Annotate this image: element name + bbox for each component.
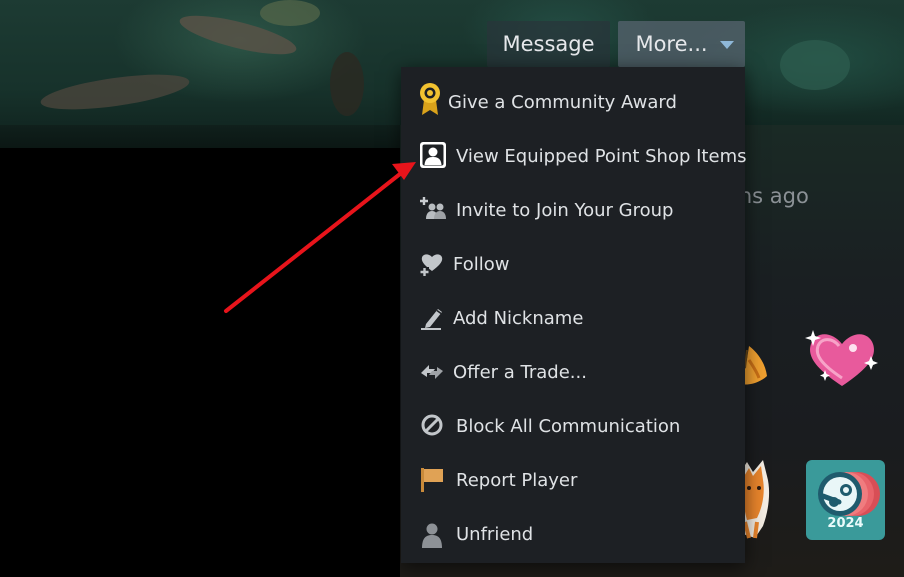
more-button-label: More... <box>635 32 708 56</box>
award-ribbon-icon <box>417 82 443 116</box>
heart-plus-icon <box>419 251 445 277</box>
menu-item-add-nickname[interactable]: Add Nickname <box>401 293 745 343</box>
menu-item-give-award[interactable]: Give a Community Award <box>401 77 745 127</box>
menu-item-label: View Equipped Point Shop Items <box>456 145 747 167</box>
message-button-label: Message <box>502 32 595 56</box>
more-button[interactable]: More... <box>618 21 745 67</box>
menu-item-label: Give a Community Award <box>448 91 677 113</box>
chevron-down-icon <box>719 41 734 49</box>
menu-item-label: Report Player <box>456 469 578 491</box>
menu-item-label: Unfriend <box>456 523 534 545</box>
message-button[interactable]: Message <box>487 21 610 67</box>
steam-badge-year: 2024 <box>827 516 864 531</box>
menu-item-label: Follow <box>453 253 510 275</box>
menu-item-label: Block All Communication <box>456 415 681 437</box>
menu-item-offer-trade[interactable]: Offer a Trade... <box>401 347 745 397</box>
left-panel <box>0 148 400 577</box>
block-icon <box>420 413 444 437</box>
menu-item-label: Offer a Trade... <box>453 361 587 383</box>
menu-item-report[interactable]: Report Player <box>401 455 745 505</box>
heart-badge-icon <box>805 330 878 386</box>
flag-icon <box>419 467 445 493</box>
trade-arrows-icon <box>419 359 445 385</box>
menu-item-block[interactable]: Block All Communication <box>401 401 745 451</box>
menu-item-unfriend[interactable]: Unfriend <box>401 509 745 559</box>
menu-item-label: Invite to Join Your Group <box>456 199 674 221</box>
profile-portrait-icon <box>419 141 447 169</box>
person-icon <box>421 522 443 548</box>
menu-item-follow[interactable]: Follow <box>401 239 745 289</box>
menu-item-label: Add Nickname <box>453 307 584 329</box>
steam-2024-badge: 2024 <box>806 460 885 540</box>
pencil-icon <box>420 305 446 331</box>
more-dropdown-menu: Give a Community Award View Equipped Poi… <box>401 67 747 563</box>
menu-item-invite-group[interactable]: Invite to Join Your Group <box>401 185 745 235</box>
invite-group-icon <box>419 197 447 223</box>
menu-item-view-point-shop[interactable]: View Equipped Point Shop Items <box>401 131 747 181</box>
